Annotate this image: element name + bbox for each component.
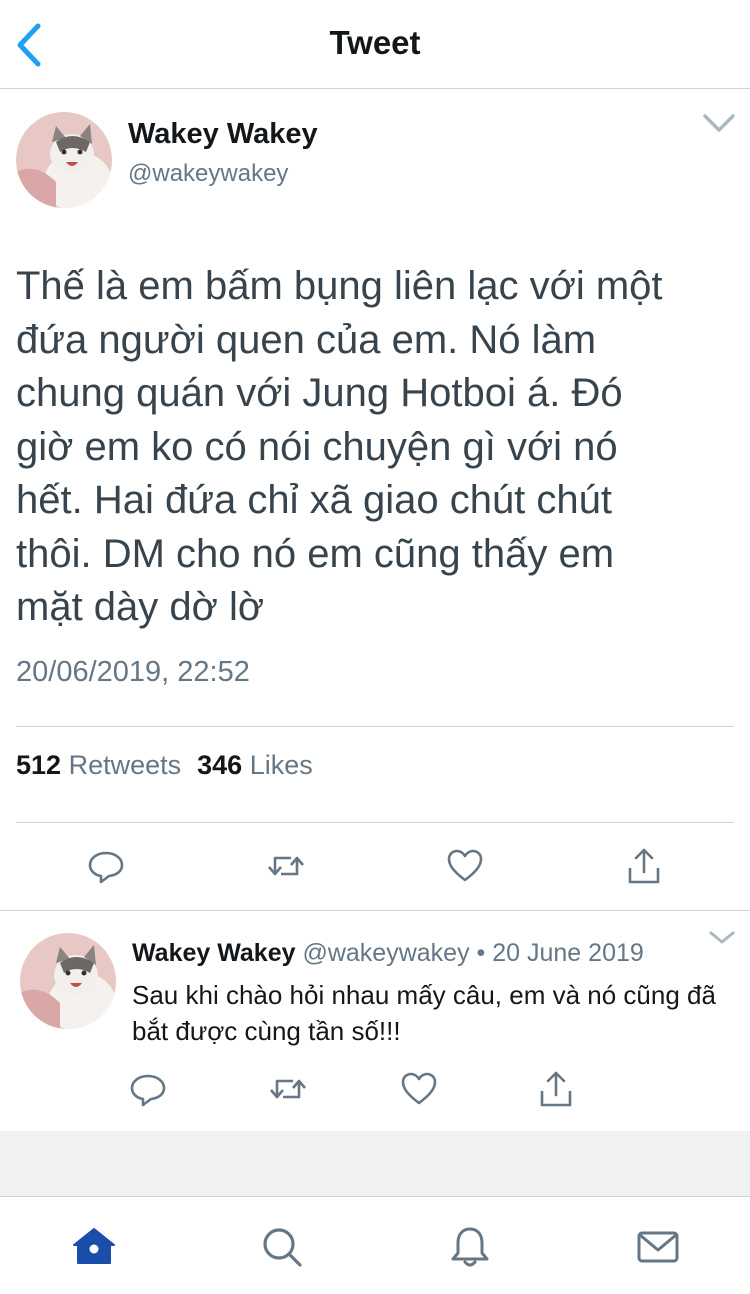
search-icon [263,1228,302,1267]
tweet-timestamp: 20/06/2019, 22:52 [16,656,250,688]
retweets-label: Retweets [68,750,182,780]
cat-avatar-image [16,112,112,208]
reply-more-options-button[interactable] [708,929,736,947]
likes-count: 346 [197,750,243,780]
likes-stat[interactable]: 346 Likes [197,750,313,780]
reply-text: Sau khi chào hỏi nhau mấy câu, em và nó … [132,980,716,1046]
retweet-button[interactable] [264,844,308,888]
reply-header: Wakey Wakey @wakeywakey • 20 June 2019 [132,939,644,968]
home-icon [73,1228,115,1264]
reply-retweet-button[interactable] [266,1067,310,1111]
main-tweet: Wakey Wakey @wakeywakey Thế là em bấm bụ… [0,90,750,910]
retweets-count: 512 [16,750,62,780]
share-icon [628,848,660,884]
reply-tweet[interactable]: Wakey Wakey @wakeywakey • 20 June 2019 S… [0,911,750,1131]
like-button[interactable] [443,844,487,888]
chevron-down-icon [703,114,735,132]
reply-author-handle[interactable]: @wakeywakey [302,939,469,967]
top-bar: Tweet [0,0,750,89]
cat-avatar-image [20,933,116,1029]
empty-space [0,1131,750,1196]
tweet-stats: 512 Retweets 346 Likes [16,750,313,781]
author-name[interactable]: Wakey Wakey [128,118,318,151]
retweets-stat[interactable]: 512 Retweets [16,750,181,780]
page-title: Tweet [329,24,421,61]
heart-icon [447,849,483,882]
reply-reply-button[interactable] [126,1067,170,1111]
tab-search[interactable] [258,1223,306,1271]
tab-home[interactable] [70,1223,118,1271]
chevron-down-icon [709,931,735,944]
mail-icon [637,1231,679,1263]
bottom-tab-bar [0,1196,750,1294]
reply-share-button[interactable] [534,1067,578,1111]
reply-separator: • [476,939,486,967]
divider [16,726,734,727]
heart-icon [401,1072,437,1105]
share-icon [540,1071,572,1107]
divider [16,822,734,823]
share-button[interactable] [622,844,666,888]
avatar[interactable] [16,112,112,208]
likes-label: Likes [249,750,313,780]
tab-notifications[interactable] [446,1223,494,1271]
tweet-text: Thế là em bấm bụng liên lạc với một đứa … [16,264,663,629]
reply-date: 20 June 2019 [492,939,644,967]
bell-icon [451,1227,489,1267]
tab-messages[interactable] [634,1223,682,1271]
author-handle[interactable]: @wakeywakey [128,160,288,188]
more-options-button[interactable] [702,112,736,136]
reply-author-name[interactable]: Wakey Wakey [132,939,296,967]
reply-like-button[interactable] [397,1067,441,1111]
reply-button[interactable] [84,844,128,888]
reply-icon [130,1074,166,1107]
retweet-icon [268,856,304,876]
reply-icon [88,851,124,884]
retweet-icon [270,1079,306,1099]
reply-avatar[interactable] [20,933,116,1029]
